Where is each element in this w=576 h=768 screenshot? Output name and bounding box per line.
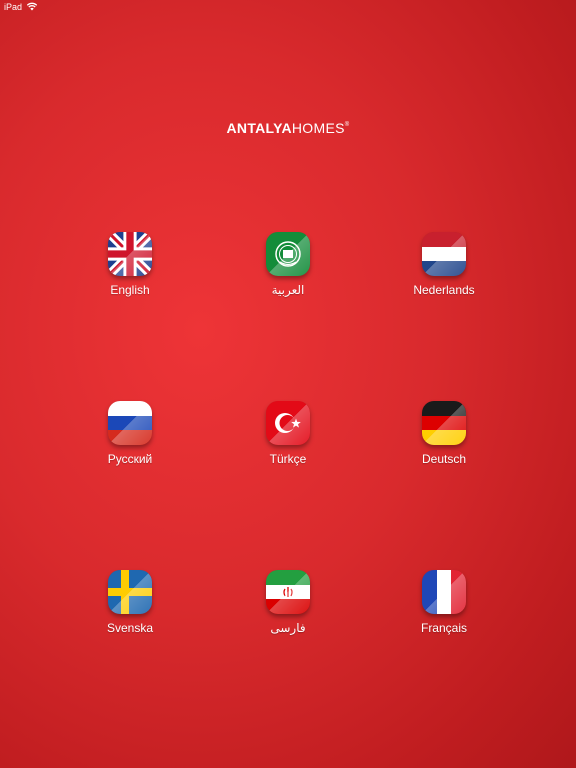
language-label: Svenska [106, 621, 154, 635]
turkey-flag-icon [266, 401, 310, 445]
language-label: English [110, 283, 150, 297]
language-label: Deutsch [421, 452, 467, 466]
language-grid: English العربية Nederlands Русский Türkç… [0, 0, 576, 768]
language-option-turkish[interactable]: Türkçe [228, 401, 348, 481]
language-option-german[interactable]: Deutsch [384, 401, 504, 481]
sweden-flag-icon [108, 570, 152, 614]
language-option-arabic[interactable]: العربية [228, 232, 348, 312]
arab-league-flag-icon [266, 232, 310, 276]
iran-flag-icon [266, 570, 310, 614]
france-flag-icon [422, 570, 466, 614]
language-option-russian[interactable]: Русский [70, 401, 190, 481]
language-option-french[interactable]: Français [384, 570, 504, 650]
language-label: Русский [107, 452, 153, 466]
language-label: Türkçe [269, 452, 307, 466]
language-option-dutch[interactable]: Nederlands [384, 232, 504, 312]
language-label: فارسی [270, 621, 306, 635]
language-label: العربية [271, 283, 305, 297]
language-option-swedish[interactable]: Svenska [70, 570, 190, 650]
netherlands-flag-icon [422, 232, 466, 276]
germany-flag-icon [422, 401, 466, 445]
language-option-persian[interactable]: فارسی [228, 570, 348, 650]
language-label: Français [420, 621, 467, 635]
language-label: Nederlands [413, 283, 475, 297]
uk-flag-icon [108, 232, 152, 276]
russia-flag-icon [108, 401, 152, 445]
language-option-english[interactable]: English [70, 232, 190, 312]
